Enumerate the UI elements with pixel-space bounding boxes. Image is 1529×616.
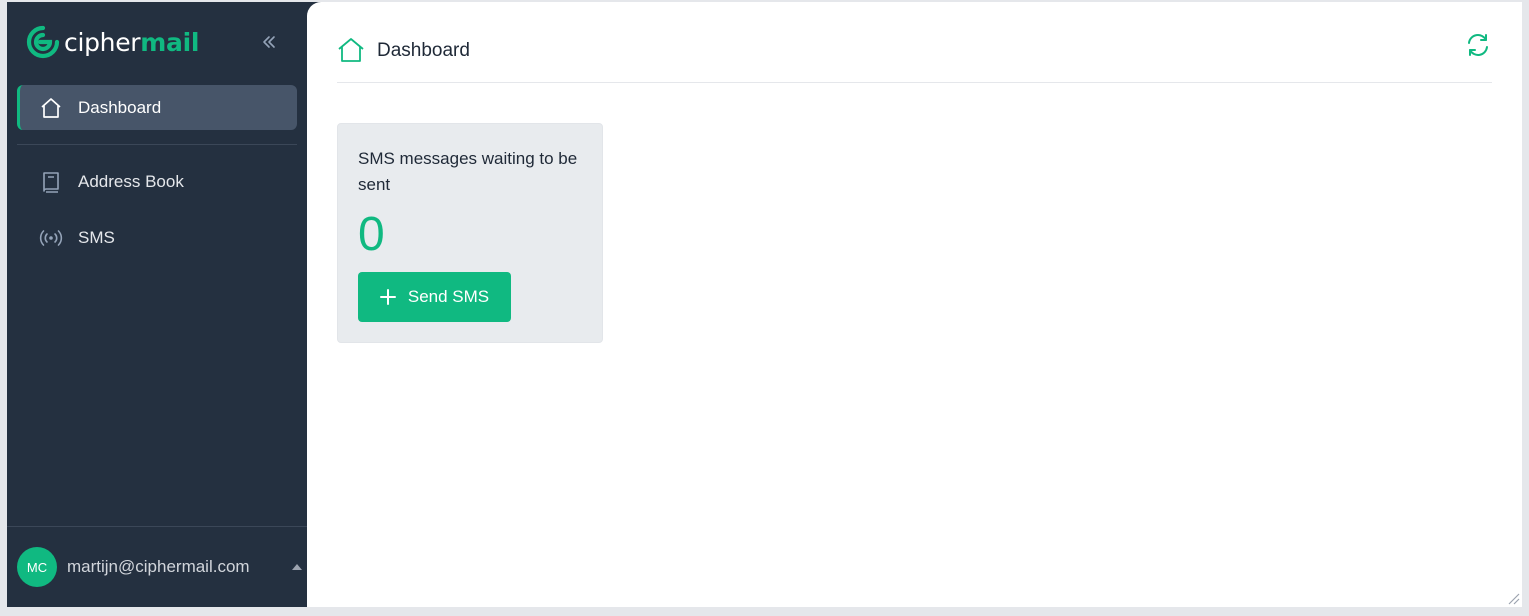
home-icon [337, 36, 365, 64]
refresh-button[interactable] [1463, 30, 1493, 60]
double-chevron-left-icon [263, 36, 275, 48]
brand-logo: ciphermail [26, 24, 199, 60]
sidebar-item-label: SMS [78, 227, 115, 247]
refresh-icon [1468, 34, 1488, 56]
nav-divider [17, 144, 297, 145]
sidebar-item-label: Dashboard [78, 97, 162, 117]
send-sms-label: Send SMS [407, 287, 490, 306]
sms-waiting-card: SMS messages waiting to be sent 0 Send S… [337, 123, 603, 343]
page-header: Dashboard [337, 32, 1492, 83]
sidebar: ciphermail Dashboard Address Book SMS MC… [7, 2, 307, 607]
sms-waiting-count: 0 [358, 208, 385, 261]
caret-up-icon [292, 564, 302, 570]
page-title: Dashboard [377, 40, 470, 61]
avatar: MC [17, 547, 57, 587]
card-title: SMS messages waiting to be sent [358, 149, 578, 194]
collapse-sidebar-button[interactable] [257, 30, 281, 54]
user-separator [7, 526, 307, 527]
sidebar-item-sms[interactable]: SMS [17, 215, 297, 260]
user-menu[interactable]: MC martijn@ciphermail.com [17, 547, 302, 587]
broadcast-icon [38, 225, 64, 251]
brand-name: ciphermail [64, 27, 200, 57]
app-window: ciphermail Dashboard Address Book SMS MC… [7, 2, 1522, 607]
user-email: martijn@ciphermail.com [67, 557, 250, 576]
sidebar-item-dashboard[interactable]: Dashboard [17, 85, 297, 130]
book-icon [38, 169, 64, 195]
sidebar-item-label: Address Book [78, 171, 184, 191]
resize-grip-icon[interactable] [1506, 591, 1520, 605]
home-icon [38, 95, 64, 121]
main-content: Dashboard SMS messages waiting to be sen… [307, 2, 1522, 607]
plus-icon [379, 289, 396, 305]
send-sms-button[interactable]: Send SMS [358, 272, 511, 322]
ciphermail-logo-icon [26, 25, 60, 59]
sidebar-item-address-book[interactable]: Address Book [17, 159, 297, 204]
